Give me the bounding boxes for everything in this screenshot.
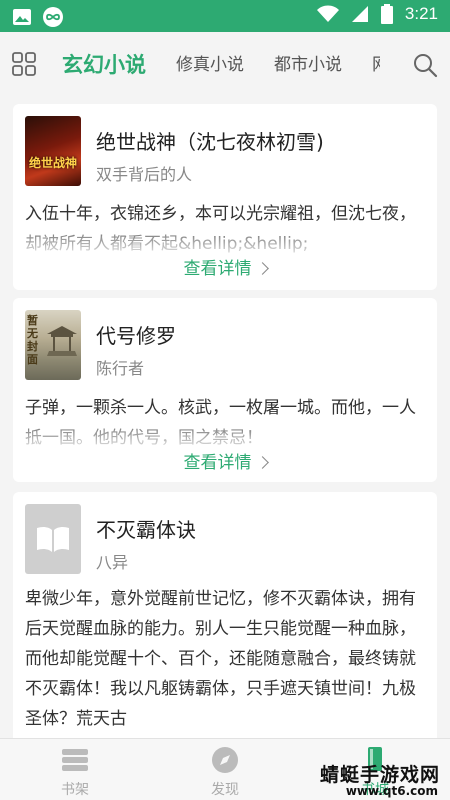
description-fade [13,224,437,258]
book-title: 绝世战神（沈七夜林初雪) [96,130,324,154]
tab-wangyou[interactable]: 网游小说 [372,32,380,98]
tab-xiuzhen[interactable]: 修真小说 [176,32,244,98]
book-card[interactable]: 暂无封面 代号修罗 陈行者 子弹，一颗杀一人。核武，一枚屠一城。而他，一人抵一国… [13,298,437,482]
bookshelf-icon [62,749,88,771]
image-icon [13,9,31,25]
watermark-url: www.qt6.com [345,784,438,798]
category-nav: 玄幻小说修真小说都市小说 网游小说 [0,32,450,98]
tab-dushi[interactable]: 都市小说 [274,32,342,98]
nav-label: 发现 [211,782,239,798]
nav-label: 书架 [61,782,89,798]
view-details-link[interactable]: 查看详情 [13,448,437,473]
cover-title: 绝世战神 [28,156,77,170]
description-fade [13,418,437,452]
pavilion-icon [47,326,77,356]
book-author: 双手背后的人 [96,165,193,184]
site-watermark: 蜻蜓手游戏网 www.qt6.com [300,758,450,800]
status-bar: 3:21 [0,0,450,32]
watermark-text: 蜻蜓手游戏网 [319,764,440,786]
book-card[interactable]: 绝世战神 绝世战神（沈七夜林初雪) 双手背后的人 入伍十年，衣锦还乡，本可以光宗… [13,104,437,290]
view-details-label: 查看详情 [183,453,252,473]
tab-xuanhuan[interactable]: 玄幻小说 [62,32,146,98]
view-details-link[interactable]: 查看详情 [13,254,437,279]
book-cover-placeholder [25,504,81,574]
grid-menu-icon[interactable] [12,52,36,76]
infinity-icon [43,7,63,27]
nav-bookshelf[interactable]: 书架 [0,739,150,800]
battery-icon [380,4,393,24]
book-cover: 绝世战神 [25,116,81,186]
wifi-icon [316,5,339,22]
book-card[interactable]: 不灭霸体诀 八异 卑微少年，意外觉醒前世记忆，修不灭霸体诀，拥有后天觉醒血脉的能… [13,492,437,752]
book-description: 卑微少年，意外觉醒前世记忆，修不灭霸体诀，拥有后天觉醒血脉的能力。别人一生只能觉… [25,589,416,729]
book-icon [37,526,69,552]
book-title: 代号修罗 [96,324,176,348]
nav-discover[interactable]: 发现 [150,739,300,800]
book-title: 不灭霸体诀 [96,518,196,542]
view-details-label: 查看详情 [183,259,252,279]
cell-signal-icon [351,6,368,22]
book-author: 八异 [96,553,129,572]
chevron-right-icon [255,262,269,275]
book-author: 陈行者 [96,359,145,378]
cover-title: 暂无封面 [27,314,38,366]
chevron-right-icon [255,456,269,469]
category-tabs: 玄幻小说修真小说都市小说 网游小说 [62,32,380,98]
status-time: 3:21 [404,4,438,23]
search-icon[interactable] [412,52,438,78]
compass-icon [212,747,238,773]
book-cover: 暂无封面 [25,310,81,380]
